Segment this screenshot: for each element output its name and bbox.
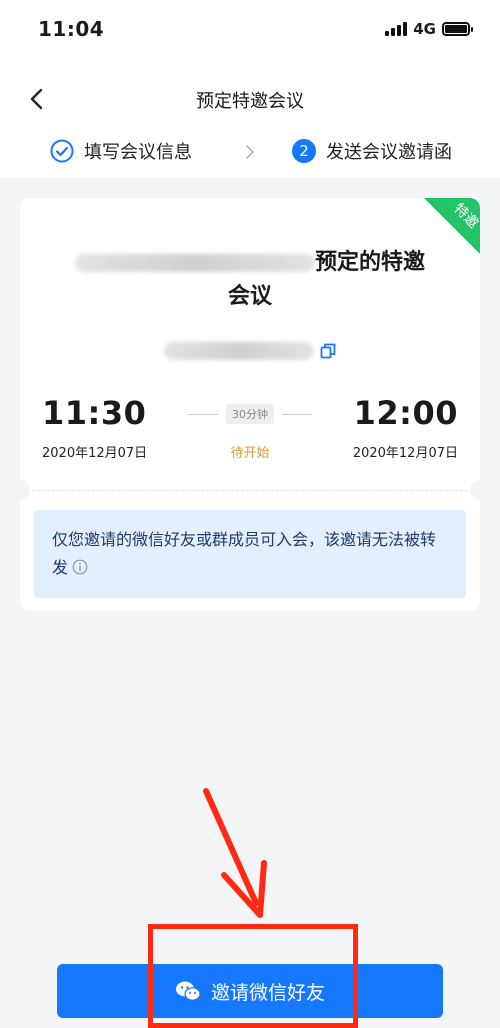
duration-tag: 30分钟 [226,404,274,424]
annotation-arrow-icon [203,788,267,918]
chevron-right-icon [246,145,254,159]
dashed-divider [32,490,468,491]
status-bar: 11:04 4G [0,0,500,60]
network-label: 4G [413,20,436,38]
status-time: 11:04 [38,17,105,41]
step-number: 2 [292,139,316,163]
nav-bar: 预定特邀会议 [0,75,500,123]
meeting-id-row [20,342,480,360]
end-time: 12:00 [353,394,458,432]
page-title: 预定特邀会议 [196,91,304,112]
ticket-notch [20,480,30,500]
step-indicator: 填写会议信息 2 发送会议邀请函 [0,138,500,170]
invite-button-label: 邀请微信好友 [210,981,325,1004]
step-label: 发送会议邀请函 [326,142,452,163]
wechat-icon [175,981,201,1001]
signal-icon [385,22,408,36]
ticket-notch [470,480,480,500]
info-icon[interactable] [72,559,88,575]
copy-icon[interactable] [320,343,336,359]
end-date: 2020年12月07日 [352,446,458,461]
meeting-title-suffix: 预定的特邀 [314,250,425,275]
invite-wechat-friends-button[interactable]: 邀请微信好友 [57,964,443,1018]
meeting-title: 预定的特邀 会议 [50,246,450,314]
notice-text: 仅您邀请的微信好友或群成员可入会，该邀请无法被转发 [52,530,437,577]
step-fill-info: 填写会议信息 [50,138,192,164]
invite-notice: 仅您邀请的微信好友或群成员可入会，该邀请无法被转发 [34,510,466,598]
divider-line [282,413,312,415]
time-row: 11:30 2020年12月07日 30分钟 待开始 12:00 2020年12… [42,394,458,464]
step-label: 填写会议信息 [84,142,192,163]
battery-icon [442,22,473,36]
meeting-card: 特邀 预定的特邀 会议 11:30 2020年12月07日 30分钟 待开始 1… [20,198,480,611]
meeting-title-line2: 会议 [227,284,272,309]
step-send-invite: 2 发送会议邀请函 [292,138,452,164]
divider-line [188,413,218,415]
check-circle-icon [50,139,74,163]
redacted-name [74,254,315,272]
redacted-meeting-id [164,342,314,360]
status-indicators: 4G [385,20,473,38]
